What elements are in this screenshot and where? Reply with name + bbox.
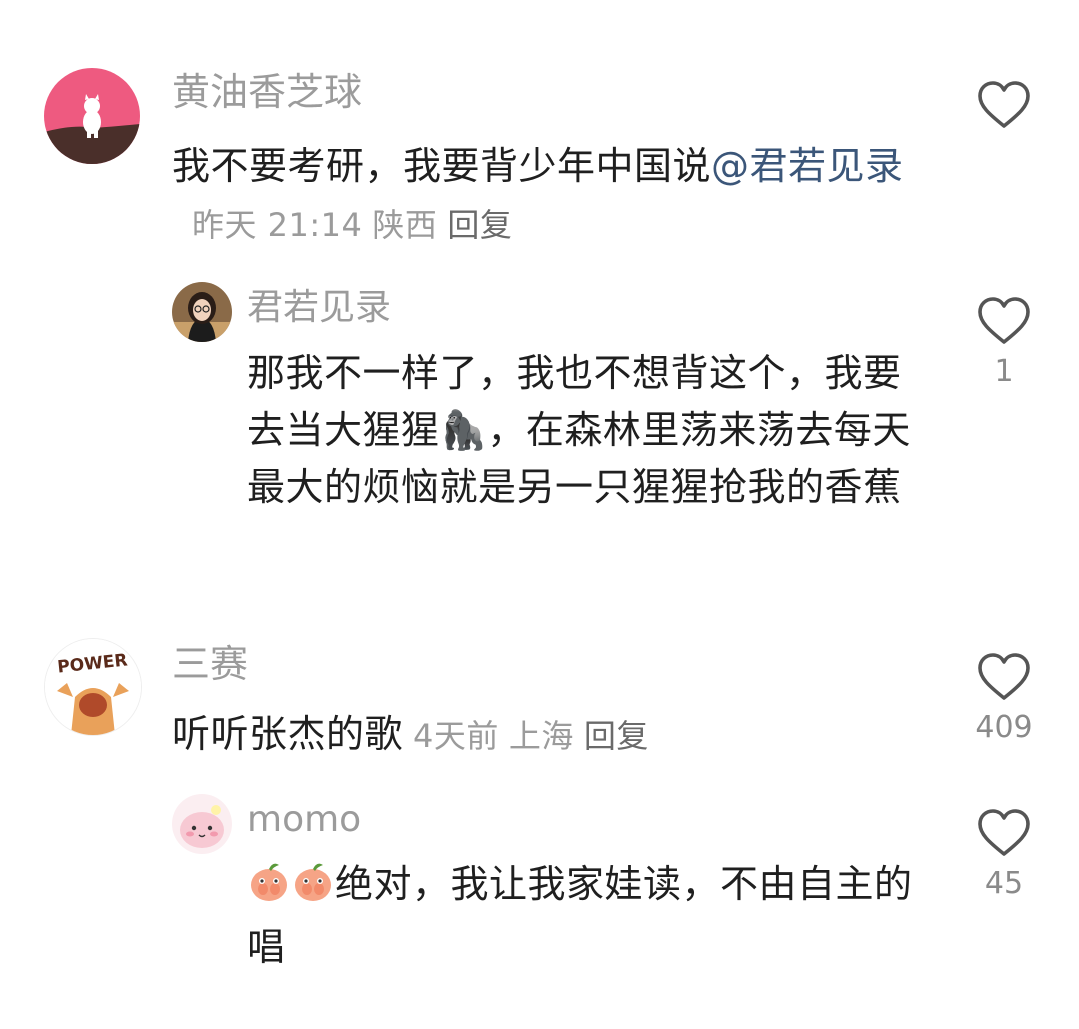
avatar[interactable] [172,282,232,342]
comment-time: 4天前 [413,717,499,755]
comment-time: 昨天 21:14 [192,206,363,244]
shy-peach-icon [291,859,335,919]
shy-peach-icon [247,859,291,919]
reply-text-content: 那我不一样了，我也不想背这个，我要去当大猩猩🦍，在森林里荡来荡去每天最大的烦恼就… [247,351,911,509]
comment-meta: 4天前 上海 回复 [413,717,659,755]
like-button[interactable]: 409 [974,652,1034,746]
like-count: 409 [975,710,1033,745]
comment-username[interactable]: 三赛 [172,642,248,686]
white-cat-avatar-icon [44,68,140,164]
reply-username[interactable]: momo [247,798,361,842]
heart-icon [978,297,1030,344]
like-button[interactable]: 45 [974,808,1034,902]
pink-blob-avatar-icon [172,794,232,854]
reply-text: 那我不一样了，我也不想背这个，我要去当大猩猩🦍，在森林里荡来荡去每天最大的烦恼就… [247,345,927,516]
like-count: 1 [994,354,1014,389]
comment-meta: 昨天 21:14 陕西 回复 [192,206,522,244]
heart-icon [978,809,1030,856]
reply-button[interactable]: 回复 [447,206,512,244]
comment-text-content: 听听张杰的歌 [172,712,404,756]
girl-portrait-avatar-icon [172,282,232,342]
comment-location: 上海 [508,717,574,755]
like-count: 45 [984,866,1024,901]
reply-button[interactable]: 回复 [584,717,649,755]
like-button[interactable] [974,80,1034,130]
like-button[interactable]: 1 [974,296,1034,390]
mention-link[interactable]: @君若见录 [711,144,904,188]
comment-text: 听听张杰的歌 4天前 上海 回复 [172,706,932,765]
heart-icon [978,653,1030,700]
power-cartoon-avatar-icon: POWER [45,639,141,735]
comment-username[interactable]: 黄油香芝球 [172,70,362,114]
reply-text-content: 绝对，我让我家娃读，不由自主的唱 [247,862,913,969]
heart-icon [978,81,1030,128]
comment-location: 陕西 [372,206,438,244]
avatar[interactable] [172,794,232,854]
reply-text: 绝对，我让我家娃读，不由自主的唱 [247,856,927,976]
comment-text: 我不要考研，我要背少年中国说@君若见录昨天 21:14 陕西 回复 [172,138,912,254]
avatar[interactable] [44,68,140,164]
comment-text-content: 我不要考研，我要背少年中国说 [172,144,712,188]
avatar[interactable]: POWER [44,638,142,736]
reply-username[interactable]: 君若见录 [247,286,391,330]
